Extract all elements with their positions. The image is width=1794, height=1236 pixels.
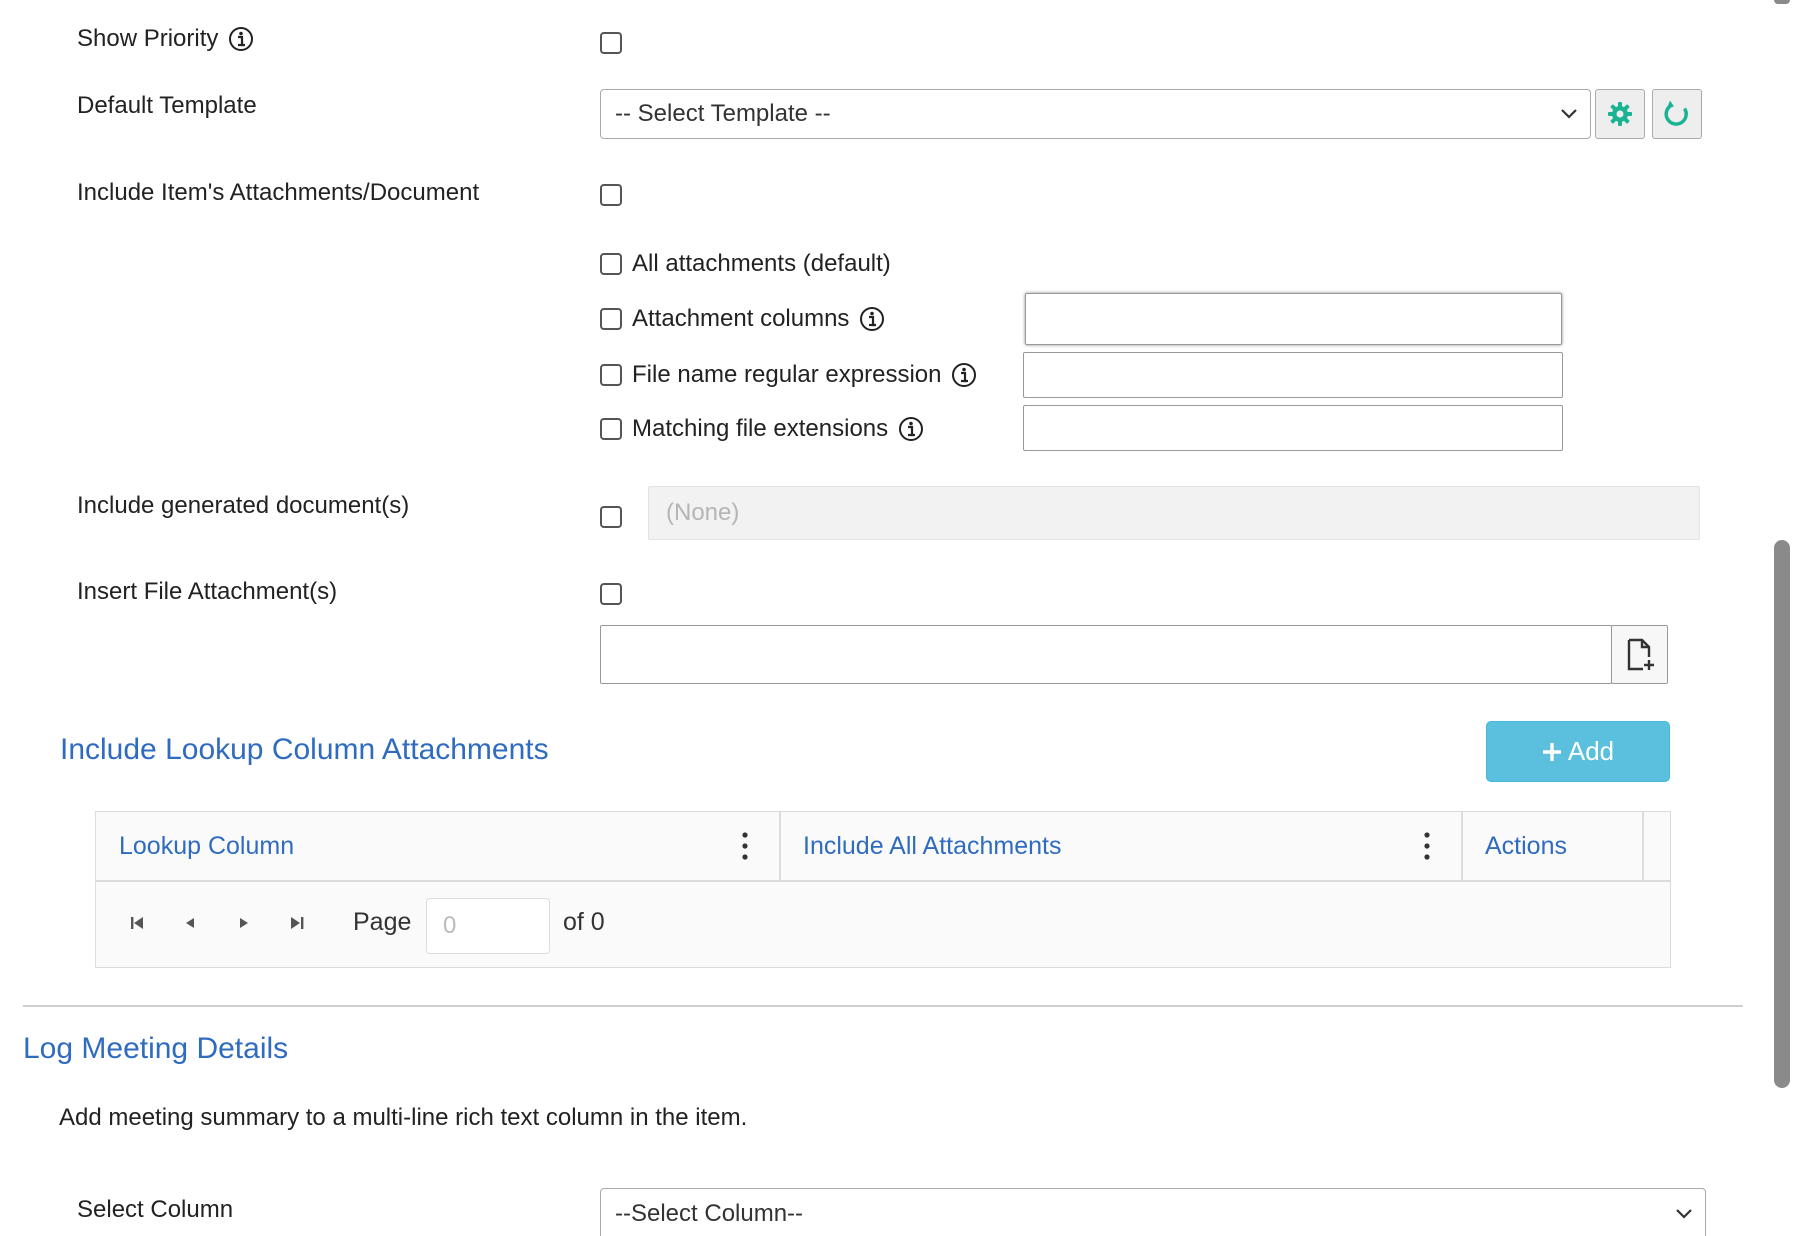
gear-icon: [1608, 102, 1632, 126]
template-select[interactable]: -- Select Template --: [600, 89, 1591, 139]
column-divider[interactable]: [779, 812, 781, 880]
attachment-columns-checkbox[interactable]: [600, 308, 622, 330]
lookup-grid: Lookup Column Include All Attachments Ac…: [95, 811, 1671, 968]
column-divider: [1642, 812, 1644, 880]
chevron-down-icon: [1561, 109, 1577, 119]
attachment-columns-input[interactable]: [1025, 293, 1562, 345]
next-page-icon[interactable]: [233, 912, 255, 934]
add-lookup-button[interactable]: Add: [1486, 721, 1670, 782]
scrollbar-top: [1774, 0, 1790, 4]
include-attachments-checkbox[interactable]: [600, 184, 622, 206]
log-meeting-title: Log Meeting Details: [23, 1032, 289, 1065]
info-icon[interactable]: [951, 362, 977, 388]
chevron-down-icon: [1676, 1209, 1692, 1219]
page-number-input[interactable]: 0: [426, 898, 550, 954]
include-attachments-label: Include Item's Attachments/Document: [77, 179, 480, 206]
default-template-label: Default Template: [77, 92, 257, 119]
grid-header: Lookup Column Include All Attachments Ac…: [96, 812, 1670, 882]
first-page-icon[interactable]: [126, 912, 148, 934]
info-icon[interactable]: [228, 26, 254, 52]
log-meeting-description: Add meeting summary to a multi-line rich…: [59, 1104, 748, 1131]
insert-file-checkbox[interactable]: [600, 583, 622, 605]
column-divider[interactable]: [1461, 812, 1463, 880]
file-extensions-option[interactable]: Matching file extensions: [600, 415, 924, 443]
lookup-section-title: Include Lookup Column Attachments: [60, 733, 549, 766]
include-generated-checkbox[interactable]: [600, 506, 622, 528]
section-divider: [23, 1005, 1743, 1007]
insert-file-label: Insert File Attachment(s): [77, 578, 338, 605]
info-icon[interactable]: [859, 306, 885, 332]
settings-page: Show Priority Default Template -- Select…: [0, 0, 1794, 1236]
page-count: of 0: [563, 908, 605, 936]
column-header-actions[interactable]: Actions: [1485, 812, 1567, 880]
info-icon[interactable]: [898, 416, 924, 442]
page-label: Page: [353, 908, 412, 936]
generated-documents-field[interactable]: (None): [648, 486, 1700, 540]
select-column-label: Select Column: [77, 1196, 234, 1223]
select-column-dropdown[interactable]: --Select Column--: [600, 1188, 1706, 1236]
show-priority-checkbox[interactable]: [600, 32, 622, 54]
kebab-icon[interactable]: [1422, 830, 1432, 862]
grid-pager: Page 0 of 0: [96, 882, 1670, 968]
include-generated-label: Include generated document(s): [77, 492, 410, 519]
last-page-icon[interactable]: [286, 912, 308, 934]
file-extensions-input[interactable]: [1023, 405, 1563, 451]
all-attachments-checkbox[interactable]: [600, 253, 622, 275]
filename-regex-input[interactable]: [1023, 352, 1563, 398]
column-header-include-all[interactable]: Include All Attachments: [803, 812, 1061, 880]
all-attachments-option[interactable]: All attachments (default): [600, 250, 891, 278]
template-settings-button[interactable]: [1595, 89, 1645, 139]
template-refresh-button[interactable]: [1652, 89, 1702, 139]
prev-page-icon[interactable]: [179, 912, 201, 934]
file-extensions-checkbox[interactable]: [600, 418, 622, 440]
filename-regex-checkbox[interactable]: [600, 364, 622, 386]
add-file-button[interactable]: [1611, 625, 1668, 684]
show-priority-label: Show Priority: [77, 25, 254, 53]
filename-regex-option[interactable]: File name regular expression: [600, 361, 977, 389]
file-path-input[interactable]: [600, 625, 1612, 684]
plus-icon: [1542, 742, 1561, 761]
column-header-lookup[interactable]: Lookup Column: [119, 812, 294, 880]
refresh-icon: [1664, 100, 1688, 126]
kebab-icon[interactable]: [740, 830, 750, 862]
attachment-columns-option[interactable]: Attachment columns: [600, 305, 885, 333]
file-add-icon: [1627, 638, 1654, 670]
scrollbar-thumb[interactable]: [1774, 540, 1790, 1088]
